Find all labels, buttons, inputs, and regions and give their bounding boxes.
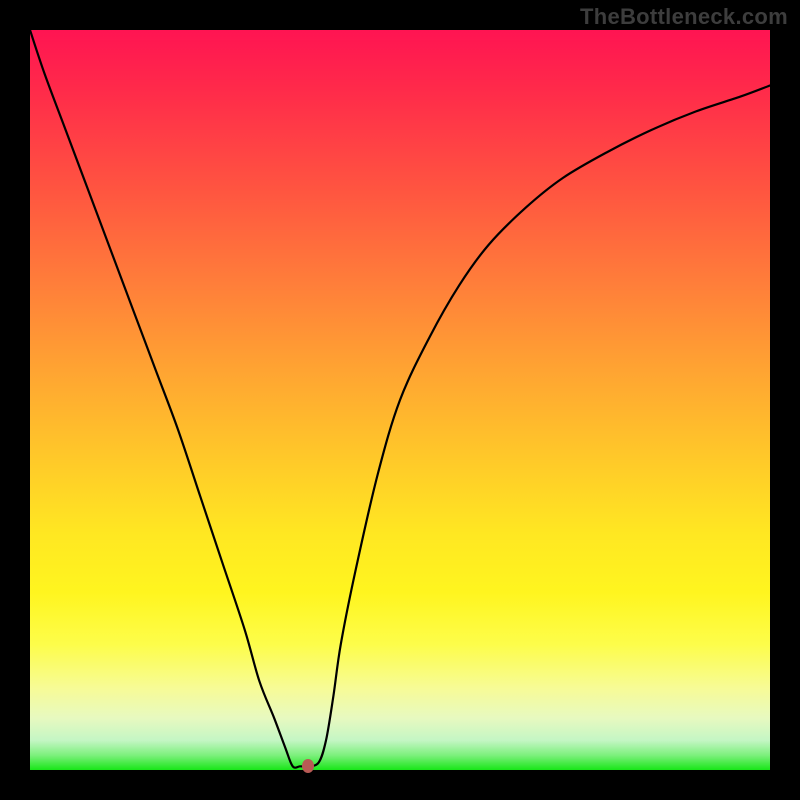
chart-frame: TheBottleneck.com: [0, 0, 800, 800]
bottleneck-curve: [30, 30, 770, 768]
plot-area: [30, 30, 770, 770]
watermark-text: TheBottleneck.com: [580, 4, 788, 30]
optimum-marker-dot: [302, 759, 314, 773]
curve-svg: [30, 30, 770, 770]
